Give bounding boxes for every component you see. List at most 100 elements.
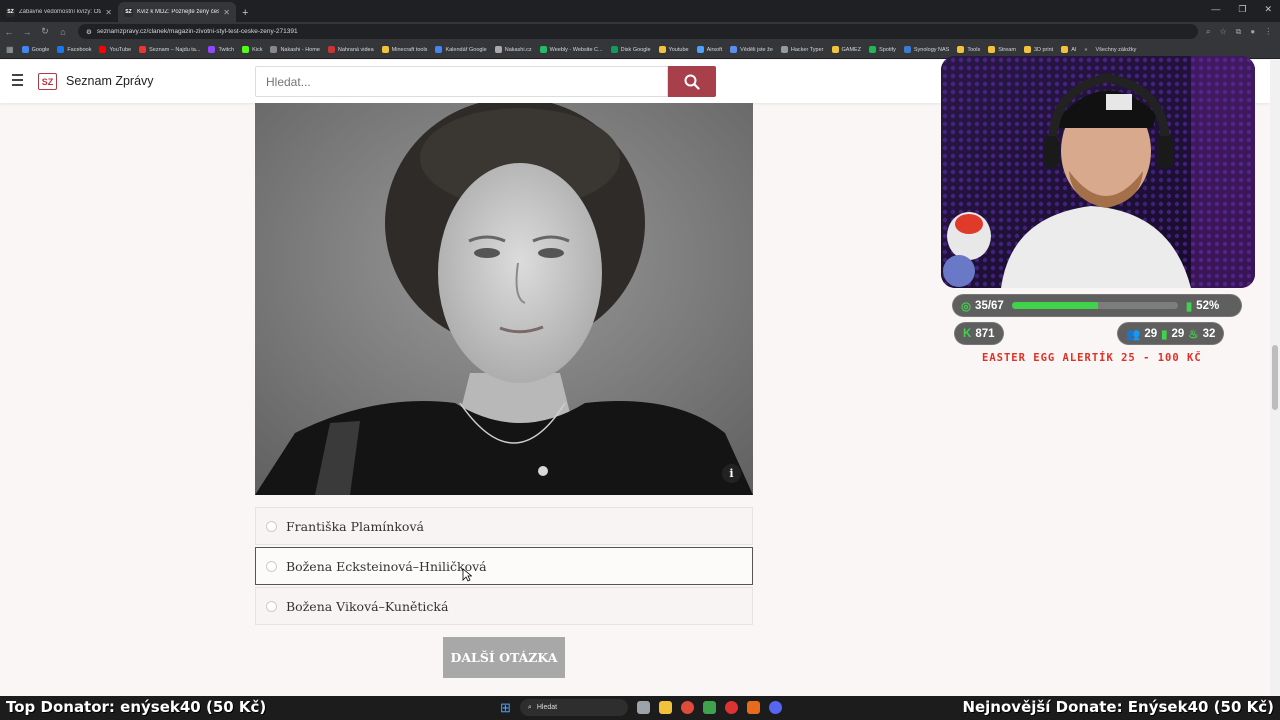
bookmark-favicon-icon bbox=[99, 46, 107, 53]
menu-icon[interactable]: ⋮ bbox=[1264, 27, 1272, 37]
task-view-icon[interactable] bbox=[636, 701, 650, 714]
answer-option[interactable]: Božena Viková–Kunětická bbox=[255, 587, 753, 625]
bookmark-favicon-icon bbox=[988, 46, 996, 53]
bookmark-item[interactable]: Seznam – Najdu ta... bbox=[139, 46, 200, 53]
mouse-cursor-icon bbox=[462, 568, 472, 582]
discord-icon[interactable] bbox=[768, 701, 782, 714]
home-icon[interactable]: ⌂ bbox=[54, 27, 72, 37]
bookmark-item[interactable]: Minecraft tools bbox=[381, 46, 427, 53]
profile-icon[interactable]: ● bbox=[1250, 27, 1255, 37]
close-icon[interactable]: ✕ bbox=[105, 8, 112, 17]
bookmark-favicon-icon bbox=[242, 46, 250, 53]
address-bar: ← → ↻ ⌂ ⚙ seznamzpravy.cz/clanek/magazin… bbox=[0, 22, 1280, 41]
progress-bar bbox=[1011, 302, 1178, 309]
bookmark-label: 3D print bbox=[1033, 46, 1054, 53]
bookmark-label: Airsoft bbox=[706, 46, 723, 53]
bookmark-label: Věděli jste že bbox=[740, 46, 773, 53]
browser-tab-active[interactable]: SZ Kvíz k MDŽ: Poznejte ženy česk... ✕ bbox=[118, 2, 236, 22]
radio-button[interactable] bbox=[266, 600, 277, 612]
new-tab-button[interactable]: + bbox=[236, 7, 254, 22]
bookmark-item[interactable]: Twitch bbox=[208, 46, 234, 53]
bookmark-item[interactable]: Spotify bbox=[869, 46, 896, 53]
file-explorer-icon[interactable] bbox=[658, 701, 672, 714]
chrome-icon[interactable] bbox=[680, 701, 694, 714]
forward-icon[interactable]: → bbox=[18, 27, 36, 37]
minecraft-icon[interactable] bbox=[702, 701, 716, 714]
answer-label: Božena Eckstein­ová–Hniličková bbox=[286, 558, 487, 574]
site-info-icon[interactable]: ⚙ bbox=[86, 28, 92, 36]
bookmark-favicon-icon bbox=[208, 46, 216, 53]
bookmark-favicon-icon bbox=[1061, 46, 1069, 53]
bookmark-favicon-icon bbox=[730, 46, 738, 53]
browser-tab[interactable]: SZ Zábavné vědomostní kvízy: Otá... ✕ bbox=[0, 2, 118, 22]
stat-c: 32 bbox=[1202, 327, 1216, 340]
target-icon: ◎ bbox=[961, 300, 972, 313]
bookmark-favicon-icon bbox=[1023, 46, 1031, 53]
bookmark-item[interactable]: Věděli jste že bbox=[730, 46, 773, 53]
bookmark-item[interactable]: Tools bbox=[957, 46, 980, 53]
bookmark-item[interactable]: 3D print bbox=[1023, 46, 1054, 53]
bookmark-item[interactable]: Nakashi - Home bbox=[270, 46, 320, 53]
scrollbar-thumb[interactable] bbox=[1272, 345, 1278, 410]
window-controls: — ❐ ✕ bbox=[1211, 4, 1272, 15]
bookmark-item[interactable]: Nahraná videa bbox=[327, 46, 374, 53]
percent-text: 52% bbox=[1196, 299, 1220, 312]
app-icon[interactable] bbox=[746, 701, 760, 714]
bookmark-item[interactable]: Nakashi.cz bbox=[494, 46, 532, 53]
bookmark-favicon-icon bbox=[435, 46, 443, 53]
bookmark-favicon-icon bbox=[696, 46, 704, 53]
url-text: seznamzpravy.cz/clanek/magazin-zivotni-s… bbox=[96, 28, 298, 35]
bookmark-item[interactable]: Stream bbox=[988, 46, 1016, 53]
bookmark-item[interactable]: Facebook bbox=[57, 46, 91, 53]
bookmark-item[interactable]: Youtube bbox=[658, 46, 689, 53]
bookmark-label: Nakashi.cz bbox=[504, 46, 532, 53]
answer-option[interactable]: Františka Plamínková bbox=[255, 507, 753, 545]
bookmark-star-icon[interactable]: ☆ bbox=[1219, 27, 1226, 37]
radio-button[interactable] bbox=[266, 520, 277, 532]
minimize-icon[interactable]: — bbox=[1211, 4, 1220, 15]
bookmark-item[interactable]: Google bbox=[21, 46, 49, 53]
reload-icon[interactable]: ↻ bbox=[36, 26, 54, 37]
bookmark-item[interactable]: Airsoft bbox=[696, 46, 723, 53]
seznam-zpravy-logo[interactable]: SZ bbox=[38, 73, 57, 90]
apps-grid-icon[interactable]: ▦ bbox=[6, 45, 14, 54]
site-name[interactable]: Seznam Zprávy bbox=[66, 74, 154, 88]
zoom-icon[interactable]: ⌕ bbox=[1206, 27, 1210, 37]
bookmark-item[interactable]: YouTube bbox=[99, 46, 131, 53]
kick-icon: K bbox=[963, 327, 972, 340]
search-button[interactable] bbox=[668, 66, 716, 97]
bookmark-label: Twitch bbox=[218, 46, 235, 53]
quiz-portrait-photo bbox=[255, 103, 753, 495]
points-text: 871 bbox=[975, 327, 995, 340]
taskbar-search[interactable]: ⌕ Hledat bbox=[519, 699, 628, 716]
radio-button[interactable] bbox=[266, 560, 277, 572]
info-button[interactable]: i bbox=[722, 464, 741, 483]
extensions-icon[interactable]: ⧉ bbox=[1236, 27, 1242, 37]
bookmark-item[interactable]: AI bbox=[1061, 46, 1076, 53]
maximize-icon[interactable]: ❐ bbox=[1238, 4, 1246, 15]
next-question-button[interactable]: DALŠÍ OTÁZKA bbox=[443, 637, 565, 678]
bookmark-item[interactable]: Kalendář Google bbox=[435, 46, 487, 53]
answer-option-hovered[interactable]: Božena Eckstein­ová–Hniličková bbox=[255, 547, 753, 585]
bookmark-item[interactable]: Weebly - Website C... bbox=[539, 46, 603, 53]
page-scrollbar[interactable] bbox=[1270, 60, 1280, 696]
bookmark-item[interactable]: Disk Google bbox=[610, 46, 651, 53]
bookmark-item[interactable]: Synology NAS bbox=[903, 46, 949, 53]
bookmark-favicon-icon bbox=[831, 46, 839, 53]
bookmark-item[interactable]: Hacker Typer bbox=[780, 46, 824, 53]
bookmark-item[interactable]: GAMEZ bbox=[831, 46, 861, 53]
app-icon[interactable] bbox=[724, 701, 738, 714]
search-input[interactable] bbox=[255, 66, 668, 97]
windows-start-icon[interactable]: ⊞ bbox=[500, 700, 511, 716]
hamburger-menu-icon[interactable] bbox=[12, 74, 24, 86]
url-field[interactable]: ⚙ seznamzpravy.cz/clanek/magazin-zivotni… bbox=[78, 24, 1198, 39]
close-window-icon[interactable]: ✕ bbox=[1264, 4, 1272, 15]
all-bookmarks-folder[interactable]: Všechny záložky bbox=[1095, 47, 1136, 53]
bookmark-label: Tools bbox=[967, 46, 981, 53]
browser-actions: ⌕ ☆ ⧉ ● ⋮ bbox=[1206, 27, 1272, 37]
bookmark-item[interactable]: Kick bbox=[242, 46, 262, 53]
back-icon[interactable]: ← bbox=[0, 27, 18, 37]
bookmark-label: Facebook bbox=[67, 46, 92, 53]
close-icon[interactable]: ✕ bbox=[223, 8, 230, 17]
bookmarks-overflow-button[interactable]: » bbox=[1084, 47, 1087, 53]
